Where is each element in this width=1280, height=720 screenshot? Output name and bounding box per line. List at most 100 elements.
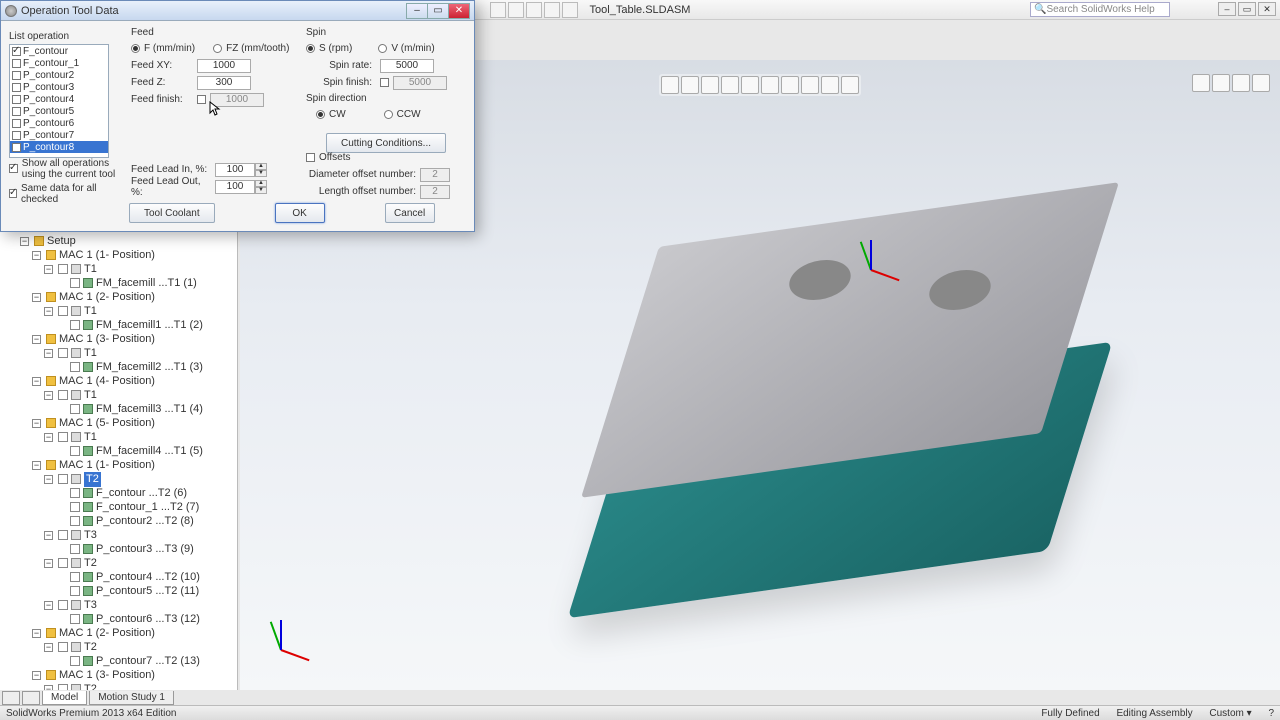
tree-node[interactable]: FM_facemill3 ...T1 (4) <box>20 402 233 416</box>
operation-checkbox[interactable] <box>12 119 21 128</box>
spin-up-icon[interactable]: ▲ <box>255 163 267 170</box>
tree-checkbox[interactable] <box>58 530 68 540</box>
restore-button[interactable]: ▭ <box>1238 2 1256 16</box>
operation-list-item[interactable]: P_contour2 <box>10 69 108 81</box>
show-all-checkbox[interactable] <box>9 164 18 173</box>
dialog-minimize-button[interactable]: – <box>406 3 428 19</box>
viewport-control[interactable] <box>1192 74 1210 92</box>
tree-node[interactable]: P_contour3 ...T3 (9) <box>20 542 233 556</box>
operation-checkbox[interactable] <box>12 59 21 68</box>
section-view-icon[interactable] <box>721 76 739 94</box>
tree-checkbox[interactable] <box>70 488 80 498</box>
tree-node[interactable]: −MAC 1 (4- Position) <box>20 374 233 388</box>
tree-node[interactable]: −MAC 1 (2- Position) <box>20 290 233 304</box>
tree-checkbox[interactable] <box>58 684 68 690</box>
tree-checkbox[interactable] <box>58 558 68 568</box>
tree-node[interactable]: −T3 <box>20 528 233 542</box>
tree-checkbox[interactable] <box>70 278 80 288</box>
feed-xy-input[interactable]: 1000 <box>197 59 251 73</box>
lead-out-input[interactable]: 100 <box>215 180 255 194</box>
edit-appearance-icon[interactable] <box>801 76 819 94</box>
tree-node[interactable]: FM_facemill4 ...T1 (5) <box>20 444 233 458</box>
tree-checkbox[interactable] <box>58 390 68 400</box>
expand-icon[interactable]: − <box>32 461 41 470</box>
tree-node[interactable]: −MAC 1 (3- Position) <box>20 332 233 346</box>
tree-node[interactable]: −T3 <box>20 598 233 612</box>
operation-list-item[interactable]: P_contour6 <box>10 117 108 129</box>
expand-icon[interactable]: − <box>32 293 41 302</box>
tree-checkbox[interactable] <box>58 432 68 442</box>
expand-icon[interactable]: − <box>44 307 53 316</box>
tree-node[interactable]: FM_facemill ...T1 (1) <box>20 276 233 290</box>
tree-node[interactable]: P_contour4 ...T2 (10) <box>20 570 233 584</box>
tree-checkbox[interactable] <box>70 502 80 512</box>
tree-checkbox[interactable] <box>58 264 68 274</box>
operation-list-item[interactable]: P_contour8 <box>10 141 108 153</box>
expand-icon[interactable]: − <box>44 531 53 540</box>
expand-icon[interactable]: − <box>32 335 41 344</box>
spin-rate-input[interactable]: 5000 <box>380 59 434 73</box>
cancel-button[interactable]: Cancel <box>385 203 435 223</box>
tree-checkbox[interactable] <box>70 656 80 666</box>
spin-down-icon[interactable]: ▼ <box>255 187 267 194</box>
qat-button[interactable] <box>562 2 578 18</box>
expand-icon[interactable]: − <box>20 237 29 246</box>
zoom-fit-icon[interactable] <box>661 76 679 94</box>
dialog-maximize-button[interactable]: ▭ <box>427 3 449 19</box>
tree-node[interactable]: P_contour5 ...T2 (11) <box>20 584 233 598</box>
tree-node[interactable]: F_contour_1 ...T2 (7) <box>20 500 233 514</box>
expand-icon[interactable]: − <box>44 559 53 568</box>
operation-list-item[interactable]: P_contour5 <box>10 105 108 117</box>
expand-icon[interactable]: − <box>44 475 53 484</box>
expand-icon[interactable]: − <box>44 685 53 691</box>
dialog-titlebar[interactable]: Operation Tool Data – ▭ ✕ <box>1 1 474 21</box>
close-button[interactable]: ✕ <box>1258 2 1276 16</box>
qat-button[interactable] <box>544 2 560 18</box>
expand-icon[interactable]: − <box>44 643 53 652</box>
offsets-checkbox[interactable] <box>306 153 315 162</box>
expand-icon[interactable]: − <box>44 391 53 400</box>
tree-node[interactable]: FM_facemill1 ...T1 (2) <box>20 318 233 332</box>
lead-in-input[interactable]: 100 <box>215 163 255 177</box>
tree-node[interactable]: F_contour ...T2 (6) <box>20 486 233 500</box>
tab-motion-study[interactable]: Motion Study 1 <box>89 691 174 705</box>
operation-checkbox[interactable] <box>12 107 21 116</box>
qat-button[interactable] <box>490 2 506 18</box>
feature-tree-panel[interactable]: −Setup−MAC 1 (1- Position)−T1FM_facemill… <box>0 232 238 690</box>
tree-checkbox[interactable] <box>70 516 80 526</box>
tree-node[interactable]: P_contour6 ...T3 (12) <box>20 612 233 626</box>
tree-node[interactable]: −Setup <box>20 234 233 248</box>
tree-node[interactable]: −MAC 1 (2- Position) <box>20 626 233 640</box>
view-settings-icon[interactable] <box>841 76 859 94</box>
tab-model[interactable]: Model <box>42 691 87 705</box>
tool-coolant-button[interactable]: Tool Coolant <box>129 203 215 223</box>
tree-checkbox[interactable] <box>70 586 80 596</box>
spin-finish-checkbox[interactable] <box>380 78 389 87</box>
feed-fz-radio[interactable] <box>213 44 222 53</box>
operation-checkbox[interactable] <box>12 143 21 152</box>
tree-node[interactable]: −MAC 1 (3- Position) <box>20 668 233 682</box>
tree-node[interactable]: −T2 <box>20 682 233 690</box>
tree-checkbox[interactable] <box>70 572 80 582</box>
operation-checkbox[interactable] <box>12 83 21 92</box>
tree-checkbox[interactable] <box>58 348 68 358</box>
display-style-icon[interactable] <box>761 76 779 94</box>
tree-node[interactable]: P_contour7 ...T2 (13) <box>20 654 233 668</box>
tree-checkbox[interactable] <box>58 642 68 652</box>
tree-node[interactable]: −T2 <box>20 640 233 654</box>
viewport-control[interactable] <box>1232 74 1250 92</box>
viewport-close-icon[interactable] <box>1252 74 1270 92</box>
spin-v-radio[interactable] <box>378 44 387 53</box>
expand-icon[interactable]: − <box>32 251 41 260</box>
operation-list-item[interactable]: F_contour_1 <box>10 57 108 69</box>
cw-radio[interactable] <box>316 110 325 119</box>
tree-node[interactable]: −T1 <box>20 262 233 276</box>
spin-s-radio[interactable] <box>306 44 315 53</box>
feed-f-radio[interactable] <box>131 44 140 53</box>
tree-checkbox[interactable] <box>58 474 68 484</box>
tree-checkbox[interactable] <box>70 404 80 414</box>
tree-checkbox[interactable] <box>58 600 68 610</box>
hide-show-icon[interactable] <box>781 76 799 94</box>
prev-view-icon[interactable] <box>701 76 719 94</box>
tree-node[interactable]: −T1 <box>20 304 233 318</box>
